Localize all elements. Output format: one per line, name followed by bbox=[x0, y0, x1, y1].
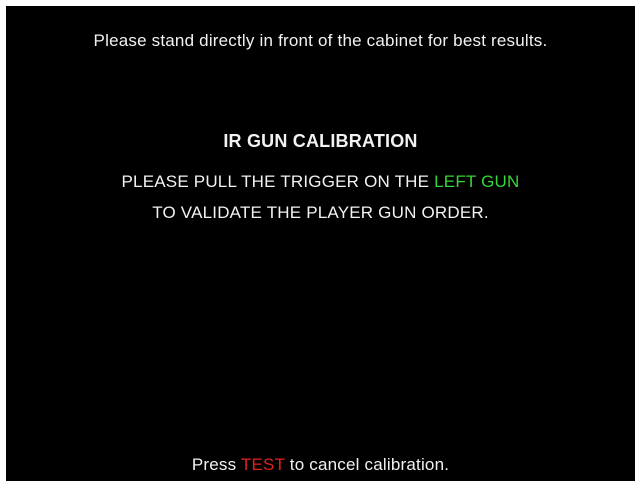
calibration-screen: Please stand directly in front of the ca… bbox=[6, 6, 635, 481]
calibration-title: IR GUN CALIBRATION bbox=[223, 131, 418, 151]
cancel-hint: Press TEST to cancel calibration. bbox=[6, 455, 635, 475]
cancel-hint-suffix: to cancel calibration. bbox=[284, 455, 450, 474]
gun-order-instruction: TO VALIDATE THE PLAYER GUN ORDER. bbox=[152, 203, 489, 222]
stand-position-hint: Please stand directly in front of the ca… bbox=[93, 31, 548, 50]
cancel-hint-prefix: Press bbox=[191, 455, 241, 474]
left-gun-highlight: LEFT GUN bbox=[434, 172, 520, 191]
test-key-label: TEST bbox=[240, 455, 285, 474]
trigger-instruction-text: PLEASE PULL THE TRIGGER ON THE bbox=[121, 172, 435, 191]
trigger-instruction: PLEASE PULL THE TRIGGER ON THE LEFT GUN bbox=[6, 172, 635, 192]
